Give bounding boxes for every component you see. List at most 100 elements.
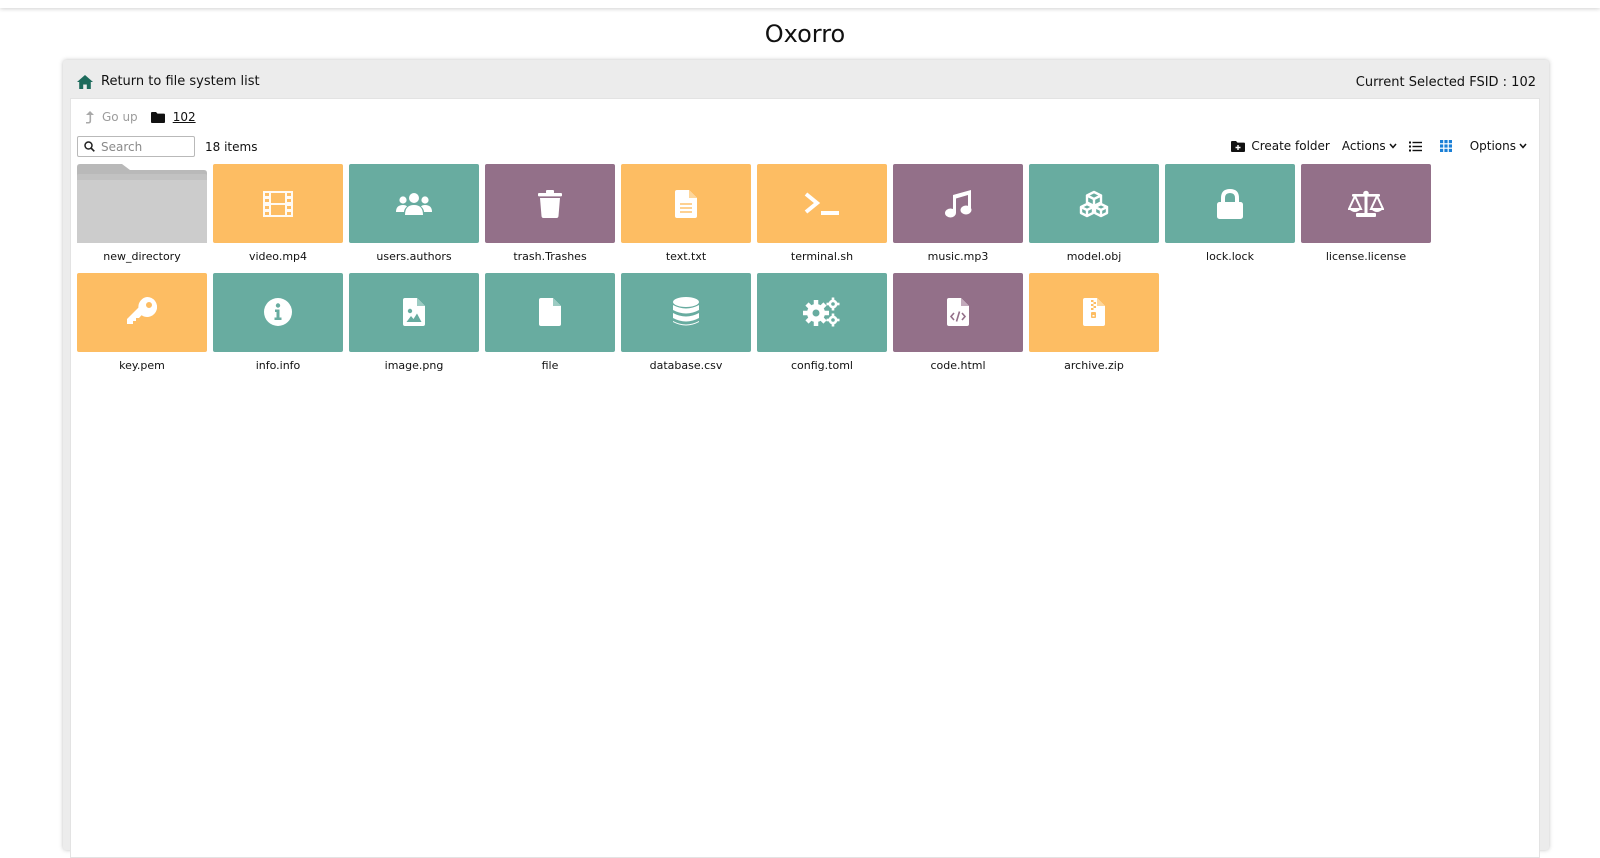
file-tile[interactable]: code.html	[893, 272, 1023, 373]
search-box	[77, 136, 195, 157]
file-tile[interactable]: image.png	[349, 272, 479, 373]
file-name: config.toml	[791, 358, 853, 372]
file-thumbnail	[1301, 164, 1431, 243]
file-thumbnail	[757, 272, 887, 352]
text-file-icon	[675, 189, 697, 218]
actions-dropdown[interactable]: Actions	[1342, 139, 1397, 153]
file-tile[interactable]: terminal.sh	[757, 164, 887, 264]
file-name: archive.zip	[1064, 358, 1124, 372]
trash-icon	[538, 189, 562, 218]
go-up-label: Go up	[102, 110, 138, 124]
file-tile[interactable]: trash.Trashes	[485, 164, 615, 264]
file-tile[interactable]: key.pem	[77, 272, 207, 373]
level-up-icon	[86, 110, 94, 123]
file-thumbnail	[621, 272, 751, 352]
options-dropdown[interactable]: Options	[1470, 139, 1527, 153]
file-manager-panel: Return to file system list Current Selec…	[63, 60, 1549, 858]
file-name: video.mp4	[248, 250, 308, 263]
file-thumbnail	[1029, 272, 1159, 352]
file-name: image.png	[384, 358, 444, 372]
create-folder-label: Create folder	[1251, 139, 1330, 153]
list-view-button[interactable]	[1408, 141, 1428, 152]
file-name: key.pem	[119, 358, 165, 372]
file-thumbnail	[485, 164, 615, 243]
file-tile[interactable]: new_directory	[77, 164, 207, 264]
scale-icon	[1348, 190, 1384, 218]
zip-file-icon	[1083, 298, 1105, 326]
search-icon	[84, 141, 95, 152]
file-name: terminal.sh	[790, 250, 854, 263]
file-thumbnail	[893, 272, 1023, 352]
file-tile[interactable]: license.license	[1301, 164, 1431, 264]
file-name: text.txt	[665, 250, 707, 263]
breadcrumb: Go up 102	[85, 110, 196, 124]
file-name: users.authors	[376, 250, 452, 263]
file-thumbnail	[213, 272, 343, 352]
folder-icon	[77, 164, 207, 243]
lock-icon	[1217, 188, 1243, 219]
code-file-icon	[947, 298, 969, 326]
chevron-down-icon	[1519, 143, 1527, 149]
file-tile[interactable]: config.toml	[757, 272, 887, 373]
folder-icon	[150, 111, 165, 123]
options-label: Options	[1469, 139, 1516, 153]
file-tile[interactable]: video.mp4	[213, 164, 343, 264]
file-thumbnail	[893, 164, 1023, 243]
top-bar	[0, 0, 1600, 8]
file-browser: Go up 102 18 items Cre	[70, 98, 1540, 858]
file-name: file	[541, 358, 559, 372]
file-thumbnail	[757, 164, 887, 243]
file-thumbnail	[621, 164, 751, 243]
search-input[interactable]	[101, 139, 191, 154]
file-thumbnail	[485, 272, 615, 352]
grid-view-icon	[1439, 140, 1452, 152]
create-folder-button[interactable]: Create folder	[1231, 139, 1330, 153]
file-thumbnail	[349, 164, 479, 243]
breadcrumb-folder-link[interactable]: 102	[150, 110, 196, 124]
file-name: music.mp3	[927, 250, 989, 263]
users-icon	[396, 192, 432, 216]
current-fsid-label: Current Selected FSID : 102	[1355, 75, 1536, 90]
file-tile[interactable]: info.info	[213, 272, 343, 373]
panel-header: Return to file system list Current Selec…	[63, 60, 1549, 98]
file-name: new_directory	[103, 250, 181, 263]
file-name: info.info	[255, 358, 301, 372]
info-icon	[263, 297, 293, 327]
actions-label: Actions	[1341, 139, 1386, 153]
file-tile[interactable]: database.csv	[621, 272, 751, 373]
file-thumbnail	[77, 272, 207, 352]
folder-plus-icon	[1231, 140, 1246, 152]
home-icon	[77, 74, 93, 89]
film-icon	[263, 190, 293, 217]
file-name: trash.Trashes	[513, 250, 587, 263]
file-tile[interactable]: users.authors	[349, 164, 479, 264]
toolbar: Create folder Actions Options	[1219, 139, 1527, 153]
app-title: Oxorro	[764, 20, 846, 48]
database-icon	[673, 297, 699, 327]
file-thumbnail	[213, 164, 343, 243]
file-icon	[539, 298, 561, 326]
file-thumbnail	[1165, 164, 1295, 243]
image-file-icon	[403, 298, 425, 326]
file-tile[interactable]: file	[485, 272, 615, 373]
item-count: 18 items	[205, 140, 258, 154]
file-tile[interactable]: archive.zip	[1029, 272, 1159, 373]
grid-view-button[interactable]	[1439, 140, 1458, 152]
go-up-button[interactable]: Go up	[85, 110, 138, 124]
chevron-down-icon	[1389, 143, 1397, 149]
key-icon	[127, 297, 157, 327]
return-to-file-system-list-link[interactable]: Return to file system list	[77, 74, 260, 89]
file-tile[interactable]: lock.lock	[1165, 164, 1295, 264]
file-tile[interactable]: text.txt	[621, 164, 751, 264]
file-name: lock.lock	[1206, 250, 1254, 263]
file-thumbnail	[1029, 164, 1159, 243]
file-name: model.obj	[1066, 250, 1122, 263]
file-name: code.html	[930, 358, 986, 372]
breadcrumb-folder-label: 102	[172, 110, 196, 124]
gears-icon	[803, 297, 841, 327]
music-icon	[944, 189, 972, 218]
file-thumbnail	[349, 272, 479, 352]
file-tile[interactable]: model.obj	[1029, 164, 1159, 264]
file-tile[interactable]: music.mp3	[893, 164, 1023, 264]
file-name: license.license	[1325, 250, 1407, 263]
